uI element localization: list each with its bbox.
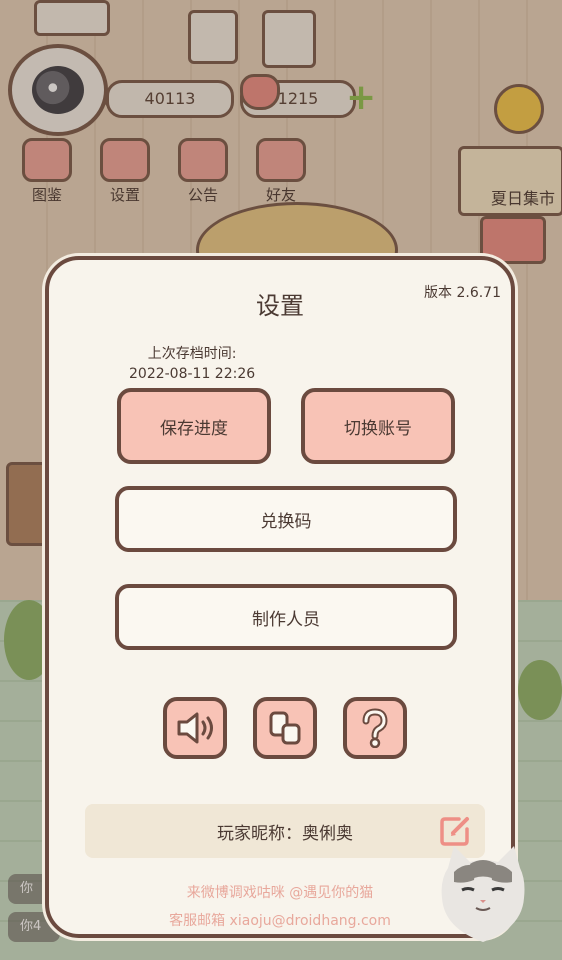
- version-label: 版本 2.6.71: [424, 285, 501, 301]
- help-button[interactable]: [343, 697, 407, 759]
- credits-button[interactable]: 制作人员: [115, 584, 457, 650]
- sound-icon: [167, 701, 223, 755]
- last-save-info: 上次存档时间: 2022-08-11 22:26: [129, 344, 255, 384]
- cat-mascot-image: [440, 838, 526, 948]
- nickname-bar: 玩家昵称：奥俐奥: [85, 804, 485, 858]
- settings-dialog: 设置 版本 2.6.71 上次存档时间: 2022-08-11 22:26 保存…: [45, 256, 515, 938]
- music-icon: [257, 701, 313, 755]
- switch-account-button[interactable]: 切换账号: [301, 388, 455, 464]
- last-save-label: 上次存档时间:: [147, 346, 237, 362]
- help-icon: [347, 701, 403, 755]
- music-toggle-button[interactable]: [253, 697, 317, 759]
- save-progress-button[interactable]: 保存进度: [117, 388, 271, 464]
- nickname-label: 玩家昵称：奥俐奥: [217, 823, 353, 844]
- redeem-code-button[interactable]: 兑换码: [115, 486, 457, 552]
- last-save-value: 2022-08-11 22:26: [129, 366, 256, 382]
- sound-toggle-button[interactable]: [163, 697, 227, 759]
